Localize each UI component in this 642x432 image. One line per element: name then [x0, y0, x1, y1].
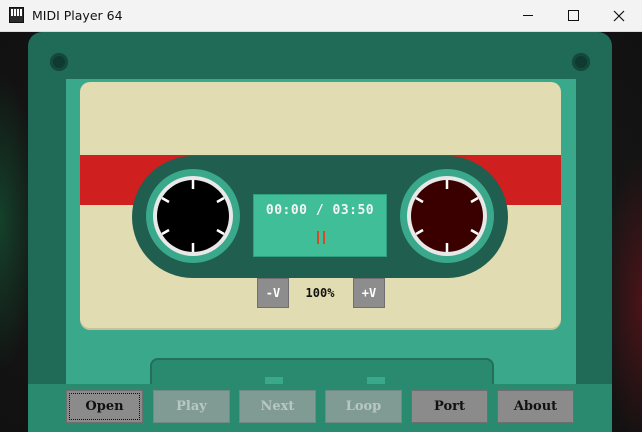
volume-up-button[interactable]: +V: [353, 278, 385, 308]
maximize-icon: [567, 10, 579, 21]
pause-icon: [316, 231, 326, 244]
minimize-button[interactable]: [505, 0, 551, 31]
left-reel-icon: [153, 176, 233, 256]
play-button[interactable]: Play: [153, 390, 230, 423]
close-icon: [613, 10, 625, 21]
time-display: 00:00 / 03:50: [265, 203, 375, 218]
window-titlebar: MIDI Player 64: [0, 0, 642, 32]
screw-icon: [572, 53, 590, 71]
volume-down-button[interactable]: -V: [257, 278, 289, 308]
maximize-button[interactable]: [550, 0, 596, 31]
right-reel: [400, 169, 494, 263]
minimize-icon: [523, 15, 533, 16]
right-reel-icon: [407, 176, 487, 256]
port-button[interactable]: Port: [411, 390, 488, 423]
next-button[interactable]: Next: [239, 390, 316, 423]
window-title: MIDI Player 64: [32, 8, 123, 23]
about-button[interactable]: About: [497, 390, 574, 423]
piano-app-icon: [9, 7, 24, 23]
screw-icon: [50, 53, 68, 71]
time-display-panel: 00:00 / 03:50: [253, 194, 387, 257]
left-reel: [146, 169, 240, 263]
loop-button[interactable]: Loop: [325, 390, 402, 423]
volume-level: 100%: [305, 286, 335, 300]
close-button[interactable]: [596, 0, 642, 31]
open-button[interactable]: Open: [66, 390, 143, 423]
player-client-area: 00:00 / 03:50 -V 100% +V Open Play Next …: [0, 32, 642, 432]
